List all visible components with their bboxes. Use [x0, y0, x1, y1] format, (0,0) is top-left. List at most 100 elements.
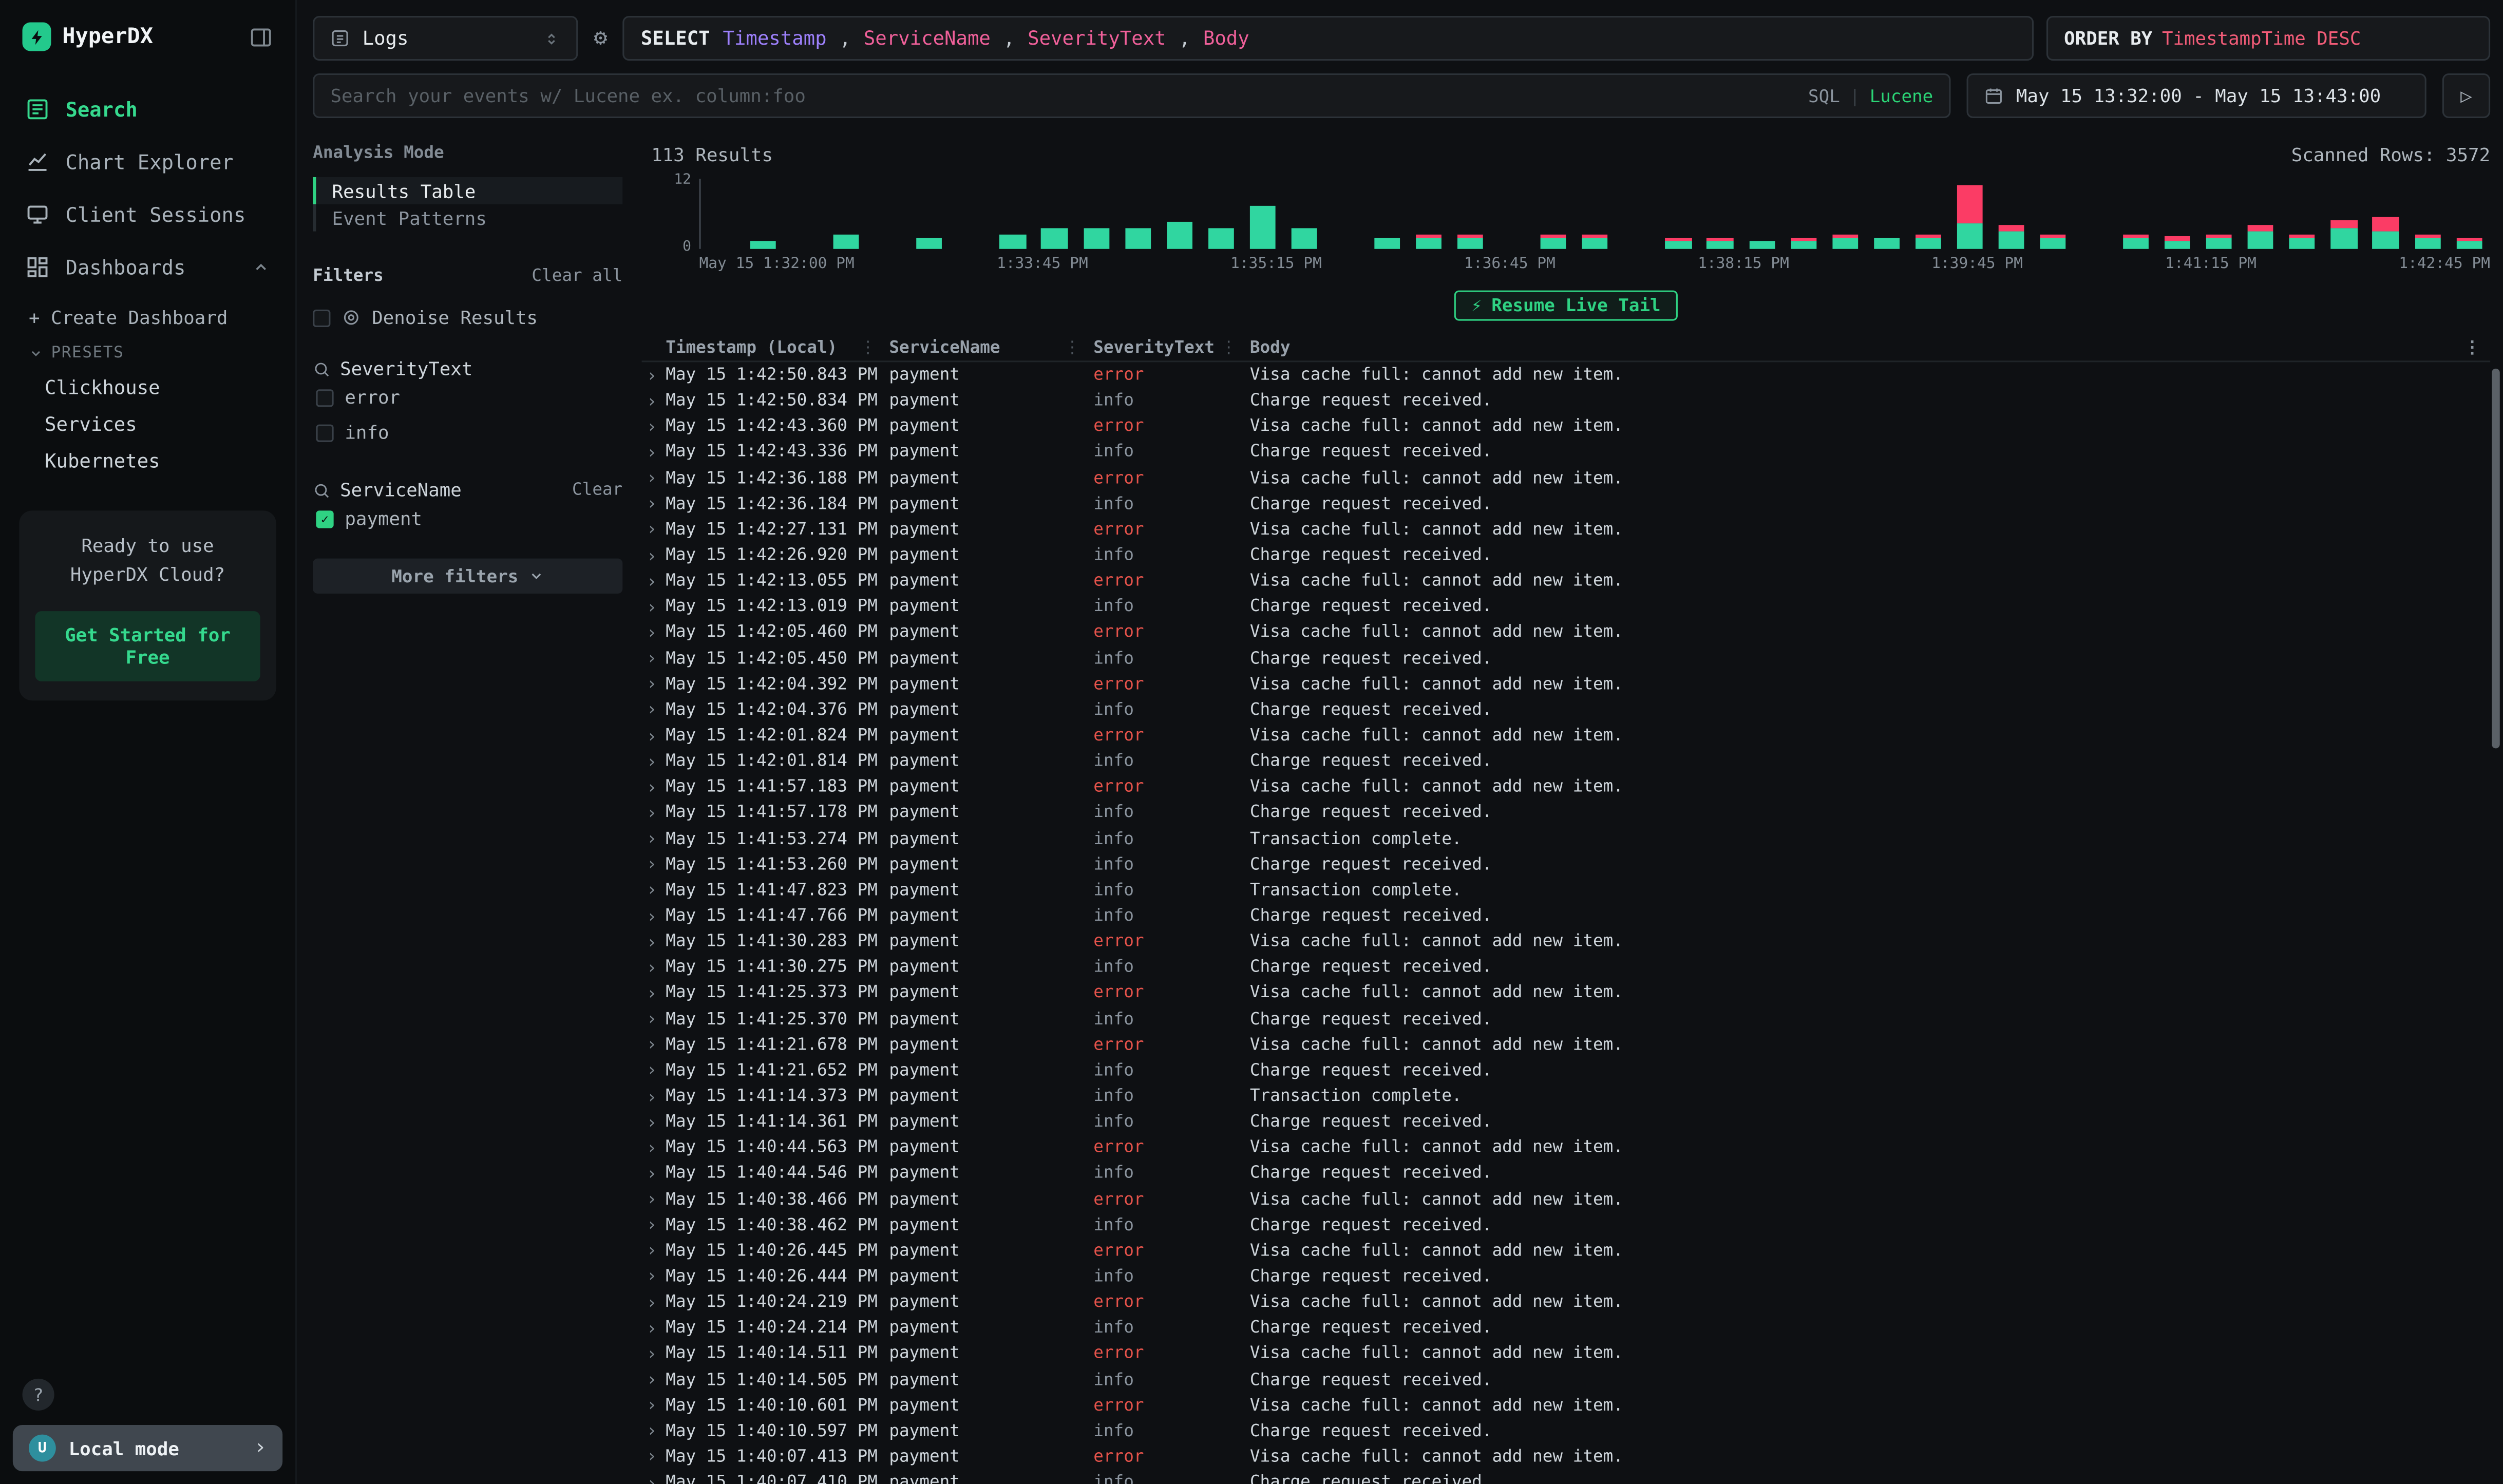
- log-row[interactable]: ›May 15 1:41:21.678 PMpaymenterrorVisa c…: [642, 1032, 2491, 1057]
- row-expand-chevron[interactable]: ›: [642, 777, 666, 797]
- preset-kubernetes[interactable]: Kubernetes: [0, 442, 295, 479]
- row-expand-chevron[interactable]: ›: [642, 1343, 666, 1364]
- denoise-checkbox[interactable]: [313, 309, 330, 326]
- histogram-bar[interactable]: [833, 234, 859, 249]
- chevron-up-icon[interactable]: [252, 258, 270, 276]
- denoise-results-option[interactable]: Denoise Results: [313, 307, 622, 329]
- sidebar-collapse-icon[interactable]: [249, 25, 273, 49]
- error-checkbox[interactable]: [316, 389, 333, 406]
- row-expand-chevron[interactable]: ›: [642, 1189, 666, 1209]
- log-row[interactable]: ›May 15 1:42:43.360 PMpaymenterrorVisa c…: [642, 414, 2491, 440]
- row-expand-chevron[interactable]: ›: [642, 1241, 666, 1261]
- row-expand-chevron[interactable]: ›: [642, 365, 666, 385]
- column-resize-handle[interactable]: ⋮: [1220, 337, 1250, 356]
- histogram-bar[interactable]: [1000, 234, 1026, 249]
- payment-checkbox[interactable]: ✓: [316, 510, 333, 527]
- date-range-picker[interactable]: May 15 13:32:00 - May 15 13:43:00: [1967, 73, 2426, 118]
- row-expand-chevron[interactable]: ›: [642, 1421, 666, 1441]
- row-expand-chevron[interactable]: ›: [642, 1318, 666, 1338]
- histogram-bar[interactable]: [1374, 237, 1400, 249]
- lucene-toggle[interactable]: Lucene: [1870, 85, 1933, 106]
- row-expand-chevron[interactable]: ›: [642, 957, 666, 978]
- row-expand-chevron[interactable]: ›: [642, 1266, 666, 1287]
- histogram-bar[interactable]: [1832, 234, 1857, 249]
- histogram-bar[interactable]: [1957, 184, 1982, 249]
- row-expand-chevron[interactable]: ›: [642, 828, 666, 849]
- log-row[interactable]: ›May 15 1:40:44.563 PMpaymenterrorVisa c…: [642, 1135, 2491, 1160]
- histogram-bar[interactable]: [2206, 234, 2232, 249]
- mode-event-patterns[interactable]: Event Patterns: [313, 204, 622, 232]
- column-resize-handle[interactable]: ⋮: [1064, 337, 1094, 356]
- log-row[interactable]: ›May 15 1:40:10.597 PMpaymentinfoCharge …: [642, 1418, 2491, 1444]
- sidebar-item-chart-explorer[interactable]: Chart Explorer: [0, 136, 295, 188]
- histogram-bar[interactable]: [1707, 237, 1733, 249]
- search-input[interactable]: [330, 85, 1795, 107]
- row-expand-chevron[interactable]: ›: [642, 751, 666, 772]
- row-expand-chevron[interactable]: ›: [642, 1395, 666, 1416]
- row-expand-chevron[interactable]: ›: [642, 597, 666, 617]
- row-expand-chevron[interactable]: ›: [642, 1214, 666, 1235]
- sidebar-item-dashboards[interactable]: Dashboards: [0, 241, 295, 294]
- filter-group-name[interactable]: ServiceName: [340, 479, 462, 501]
- row-expand-chevron[interactable]: ›: [642, 1163, 666, 1184]
- presets-toggle[interactable]: PRESETS: [0, 337, 295, 369]
- preset-clickhouse[interactable]: Clickhouse: [0, 369, 295, 405]
- histogram-bar[interactable]: [2289, 234, 2315, 249]
- row-expand-chevron[interactable]: ›: [642, 571, 666, 592]
- log-row[interactable]: ›May 15 1:40:44.546 PMpaymentinfoCharge …: [642, 1160, 2491, 1186]
- source-select[interactable]: Logs: [313, 16, 578, 61]
- sidebar-item-client-sessions[interactable]: Client Sessions: [0, 188, 295, 241]
- row-expand-chevron[interactable]: ›: [642, 493, 666, 514]
- log-row[interactable]: ›May 15 1:41:25.370 PMpaymentinfoCharge …: [642, 1006, 2491, 1032]
- row-expand-chevron[interactable]: ›: [642, 1034, 666, 1055]
- log-row[interactable]: ›May 15 1:41:14.373 PMpaymentinfoTransac…: [642, 1083, 2491, 1109]
- log-row[interactable]: ›May 15 1:42:36.184 PMpaymentinfoCharge …: [642, 491, 2491, 517]
- log-row[interactable]: ›May 15 1:40:26.445 PMpaymenterrorVisa c…: [642, 1238, 2491, 1264]
- log-row[interactable]: ›May 15 1:42:04.392 PMpaymenterrorVisa c…: [642, 671, 2491, 697]
- log-row[interactable]: ›May 15 1:41:14.361 PMpaymentinfoCharge …: [642, 1109, 2491, 1135]
- log-row[interactable]: ›May 15 1:40:38.466 PMpaymenterrorVisa c…: [642, 1186, 2491, 1212]
- filter-option-info[interactable]: info: [313, 415, 622, 450]
- row-expand-chevron[interactable]: ›: [642, 1472, 666, 1484]
- histogram-bar[interactable]: [917, 237, 942, 249]
- log-row[interactable]: ›May 15 1:41:21.652 PMpaymentinfoCharge …: [642, 1058, 2491, 1083]
- histogram-bar[interactable]: [2248, 225, 2273, 249]
- row-expand-chevron[interactable]: ›: [642, 390, 666, 411]
- histogram-bar[interactable]: [2123, 234, 2149, 249]
- log-row[interactable]: ›May 15 1:40:07.410 PMpaymentinfoCharge …: [642, 1470, 2491, 1484]
- histogram-bar[interactable]: [1166, 222, 1192, 249]
- sidebar-item-search[interactable]: Search: [0, 83, 295, 136]
- histogram-bar[interactable]: [1790, 237, 1816, 249]
- histogram-bar[interactable]: [1457, 234, 1483, 249]
- table-options-icon[interactable]: ⋮: [2464, 337, 2490, 356]
- histogram-bar[interactable]: [1291, 229, 1317, 249]
- log-row[interactable]: ›May 15 1:40:10.601 PMpaymenterrorVisa c…: [642, 1393, 2491, 1418]
- column-resize-handle[interactable]: ⋮: [860, 337, 889, 356]
- order-by-input[interactable]: ORDER BY TimestampTime DESC: [2046, 16, 2490, 61]
- source-settings-gear-icon[interactable]: ⚙: [591, 26, 611, 51]
- log-row[interactable]: ›May 15 1:42:50.834 PMpaymentinfoCharge …: [642, 388, 2491, 414]
- log-row[interactable]: ›May 15 1:41:30.275 PMpaymentinfoCharge …: [642, 955, 2491, 980]
- histogram-bar[interactable]: [2331, 220, 2357, 249]
- histogram-bar[interactable]: [1541, 234, 1566, 249]
- run-query-button[interactable]: ▷: [2442, 73, 2490, 118]
- log-row[interactable]: ›May 15 1:41:47.766 PMpaymentinfoCharge …: [642, 903, 2491, 929]
- log-row[interactable]: ›May 15 1:42:05.450 PMpaymentinfoCharge …: [642, 645, 2491, 671]
- histogram-bar[interactable]: [1998, 225, 2024, 249]
- row-expand-chevron[interactable]: ›: [642, 1137, 666, 1158]
- row-expand-chevron[interactable]: ›: [642, 803, 666, 823]
- log-row[interactable]: ›May 15 1:41:57.178 PMpaymentinfoCharge …: [642, 800, 2491, 826]
- row-expand-chevron[interactable]: ›: [642, 545, 666, 565]
- log-row[interactable]: ›May 15 1:42:01.824 PMpaymenterrorVisa c…: [642, 723, 2491, 749]
- sql-toggle[interactable]: SQL: [1808, 85, 1840, 106]
- filter-option-payment[interactable]: ✓ payment: [313, 501, 622, 536]
- row-expand-chevron[interactable]: ›: [642, 1060, 666, 1080]
- row-expand-chevron[interactable]: ›: [642, 906, 666, 926]
- log-row[interactable]: ›May 15 1:41:57.183 PMpaymenterrorVisa c…: [642, 774, 2491, 800]
- row-expand-chevron[interactable]: ›: [642, 1369, 666, 1390]
- log-row[interactable]: ›May 15 1:41:25.373 PMpaymenterrorVisa c…: [642, 980, 2491, 1006]
- column-header-servicename[interactable]: ServiceName ⋮: [889, 337, 1093, 356]
- histogram-bar[interactable]: [1416, 234, 1442, 249]
- log-row[interactable]: ›May 15 1:42:36.188 PMpaymenterrorVisa c…: [642, 465, 2491, 491]
- row-expand-chevron[interactable]: ›: [642, 442, 666, 463]
